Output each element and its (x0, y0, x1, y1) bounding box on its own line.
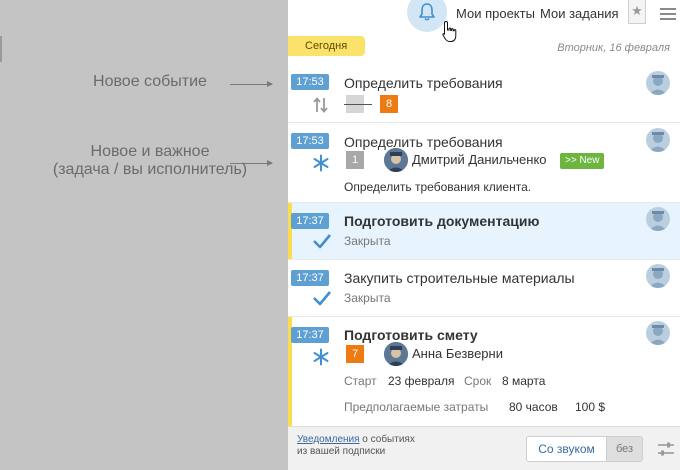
notification-item[interactable]: 17:37 Закупить строительные материалы За… (288, 260, 680, 317)
notification-item[interactable]: 17:53 Определить требования 1 Дмитрий Да… (288, 123, 680, 203)
annotation-new-event: Новое событие (93, 73, 207, 90)
assignee-name[interactable]: Дмитрий Данильченко (412, 152, 547, 167)
avatar[interactable] (646, 264, 670, 288)
top-bar: Мои проекты Мои задания ★ (288, 0, 680, 42)
spark-icon (313, 154, 329, 172)
count-badge: 1 (346, 151, 364, 169)
avatar[interactable] (646, 207, 670, 231)
due-label: Срок (464, 374, 492, 388)
sound-toggle[interactable]: Со звуком без (526, 436, 643, 462)
task-title[interactable]: Определить требования (344, 75, 503, 91)
task-title[interactable]: Определить требования (344, 134, 503, 150)
check-icon (313, 234, 331, 249)
menu-icon[interactable] (660, 8, 676, 23)
nav-my-tasks[interactable]: Мои задания (540, 6, 619, 21)
favorites-star-button[interactable]: ★ (628, 0, 646, 24)
due-date: 8 марта (502, 374, 546, 388)
priority-badge: 7 (346, 345, 364, 363)
task-status: Закрыта (344, 234, 391, 248)
subscription-note-line2: из вашей подписки (297, 446, 386, 457)
notifications-link[interactable]: Уведомления (297, 434, 360, 445)
notification-item[interactable]: 17:37 Подготовить документацию Закрыта (288, 203, 680, 260)
sound-off-option[interactable]: без (606, 437, 642, 461)
avatar[interactable] (646, 128, 670, 152)
subscription-note: Уведомления о событиях из вашей подписки (297, 434, 467, 458)
sound-on-option[interactable]: Со звуком (527, 437, 606, 461)
task-title[interactable]: Закупить строительные материалы (344, 270, 575, 286)
annotation-new-important: Новое и важное (задача / вы исполнитель) (0, 143, 300, 179)
notifications-panel: Мои проекты Мои задания ★ Сегодня Вторни… (288, 0, 680, 470)
strike-line (344, 104, 372, 105)
panel-footer: Уведомления о событиях из вашей подписки… (288, 426, 680, 470)
start-label: Старт (344, 374, 377, 388)
new-badge: >> New (560, 153, 605, 169)
event-time: 17:53 (291, 74, 329, 90)
current-date: Вторник, 16 февраля (557, 42, 670, 54)
check-icon (313, 291, 331, 306)
notification-item[interactable]: 17:37 Подготовить смету 7 Анна Безверни … (288, 317, 680, 426)
start-date: 23 февраля (388, 374, 455, 388)
annotation-area: Новое событие Новое и важное (задача / в… (0, 0, 288, 470)
user-avatar[interactable] (384, 148, 408, 172)
notifications-bell-button[interactable] (407, 0, 447, 32)
avatar[interactable] (646, 321, 670, 345)
spark-icon (313, 348, 329, 366)
annotation-arrow-2 (230, 160, 273, 166)
annotation-line-1: Новое и важное (90, 143, 210, 160)
cost-money: 100 $ (575, 400, 606, 414)
priority-badge: 8 (380, 95, 398, 113)
star-icon: ★ (631, 3, 643, 18)
cost-hours: 80 часов (509, 400, 558, 414)
user-avatar[interactable] (384, 342, 408, 366)
notification-feed: 17:53 Определить требования 8 17:53 Опре… (288, 64, 680, 426)
annotation-arrow-1 (230, 81, 273, 87)
nav-my-projects[interactable]: Мои проекты (456, 6, 535, 21)
cost-label: Предполагаемые затраты (344, 400, 489, 414)
task-description: Определить требования клиента. (344, 180, 532, 194)
event-time: 17:37 (291, 270, 329, 286)
edge-marker (0, 36, 2, 62)
task-title[interactable]: Подготовить документацию (344, 213, 539, 229)
assignee-name[interactable]: Анна Безверни (412, 346, 503, 361)
event-time: 17:37 (291, 213, 329, 229)
avatar[interactable] (646, 71, 670, 95)
bell-icon (419, 3, 435, 21)
date-header: Сегодня Вторник, 16 февраля (288, 36, 680, 56)
event-time: 17:37 (291, 327, 329, 343)
swap-arrows-icon (313, 97, 328, 113)
notification-item[interactable]: 17:53 Определить требования 8 (288, 64, 680, 123)
subscription-note-line1: о событиях (359, 434, 415, 445)
task-status: Закрыта (344, 291, 391, 305)
event-time: 17:53 (291, 133, 329, 149)
settings-sliders-icon[interactable] (657, 441, 675, 457)
task-title[interactable]: Подготовить смету (344, 327, 478, 343)
today-label: Сегодня (288, 36, 365, 56)
